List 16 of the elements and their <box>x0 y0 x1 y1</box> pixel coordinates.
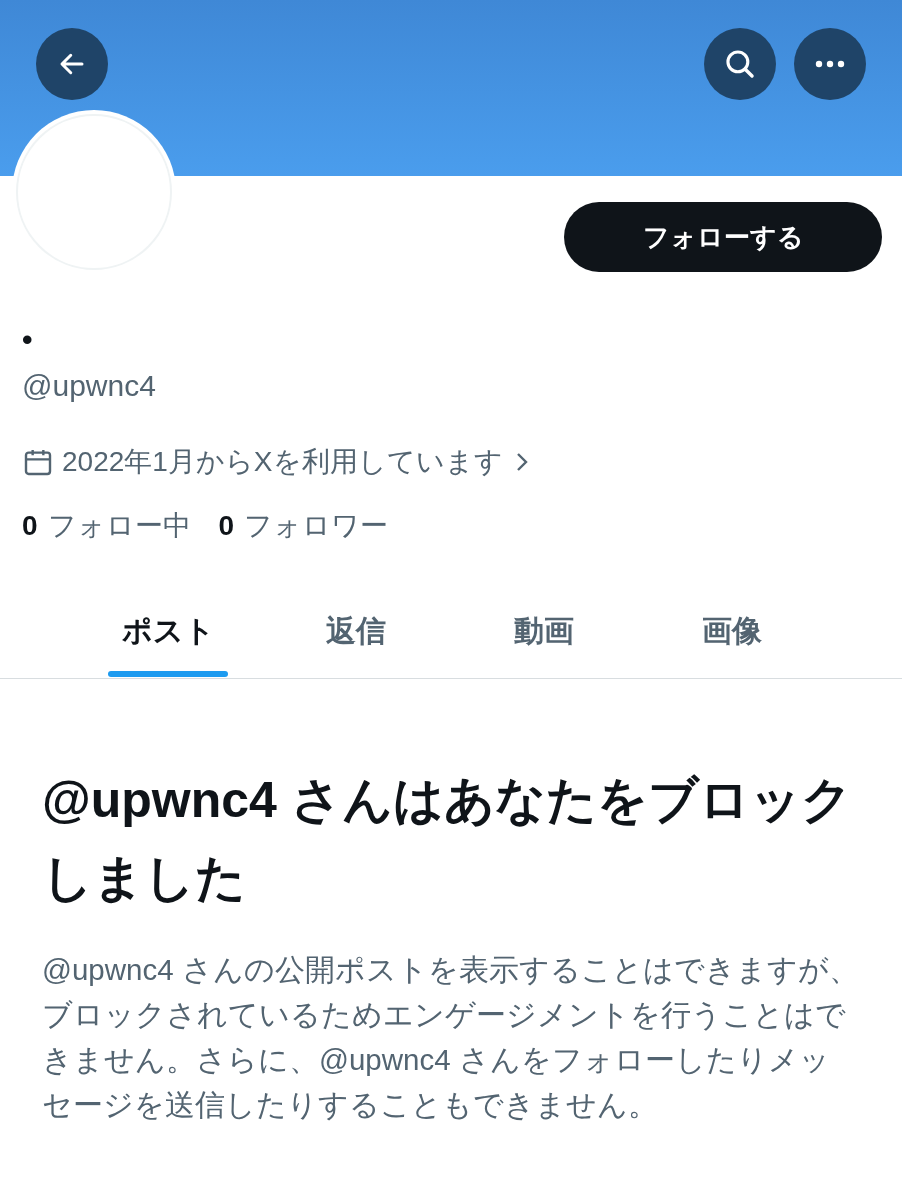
follow-button[interactable]: フォローする <box>564 202 882 272</box>
profile-tab[interactable]: ポスト <box>74 582 262 678</box>
more-icon <box>813 59 847 69</box>
stat-count: 0 <box>218 509 235 543</box>
stat-label[interactable]: フォロワー <box>244 506 389 546</box>
display-name: • <box>22 322 34 358</box>
user-handle: @upwnc4 <box>22 368 157 404</box>
profile-tab[interactable]: 返信 <box>262 582 450 678</box>
join-date: 2022年1月からXを利用しています <box>62 445 503 479</box>
search-icon <box>723 47 757 81</box>
profile-tab[interactable]: 動画 <box>450 582 638 678</box>
stat-count: 0 <box>22 509 38 543</box>
profile-tab[interactable]: 画像 <box>638 582 826 678</box>
blocked-message: @upwnc4 さんの公開ポストを表示することはできますが、ブロックされているためエンゲージメントを行うことはできません。さらに、@upwnc4 さんをフォローしたりメッセージを送信したりすることもできません。 <box>42 952 860 1123</box>
blocked-title: @upwnc4 さんはあなたをブロックしました <box>42 771 853 908</box>
stat-label[interactable]: フォロー中 <box>47 506 191 546</box>
